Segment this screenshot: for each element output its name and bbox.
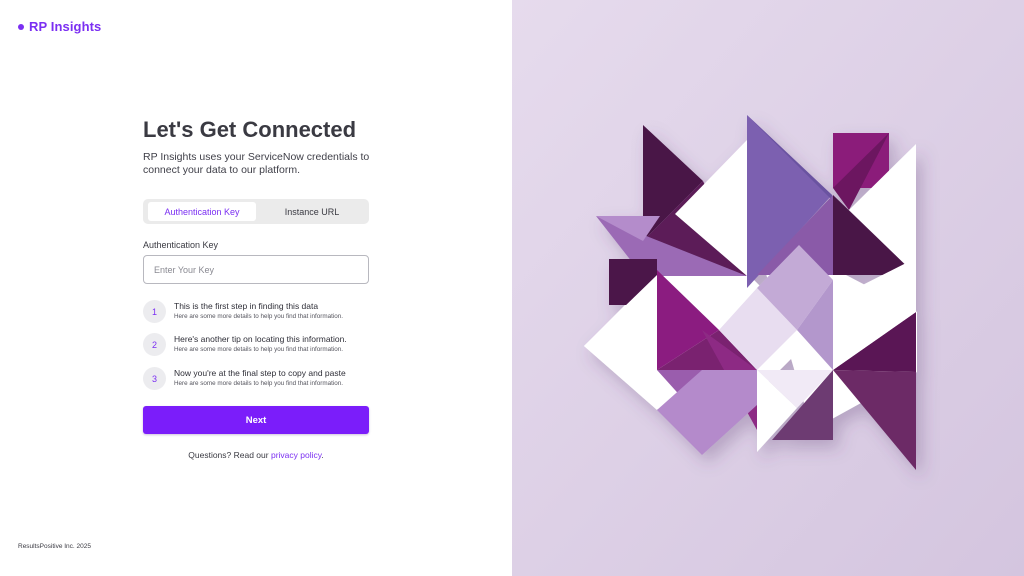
step-description: Here are some more details to help you f… — [174, 313, 344, 320]
questions-text: Questions? Read our privacy policy. — [143, 450, 369, 460]
step-item: 1 This is the first step in finding this… — [143, 300, 383, 324]
logo-dot-icon — [18, 23, 24, 30]
tab-authentication-key[interactable]: Authentication Key — [148, 202, 256, 221]
page-title: Let's Get Connected — [143, 117, 357, 142]
step-number-badge: 1 — [143, 300, 166, 323]
step-description: Here are some more details to help you f… — [174, 380, 344, 387]
step-description: Here are some more details to help you f… — [174, 346, 344, 353]
geometric-artwork — [512, 0, 1024, 576]
footer-copyright: ResultsPositive Inc. 2025 — [18, 543, 91, 550]
brand-name: RP Insights — [29, 19, 102, 34]
login-panel: RP Insights Let's Get Connected RP Insig… — [0, 0, 512, 576]
decorative-panel — [512, 0, 1024, 576]
brand-logo[interactable]: RP Insights — [18, 19, 101, 34]
questions-suffix: . — [321, 450, 324, 460]
step-item: 2 Here's another tip on locating this in… — [143, 333, 383, 357]
step-title: Here's another tip on locating this info… — [174, 334, 347, 344]
auth-key-label: Authentication Key — [143, 240, 219, 250]
page-subtitle: RP Insights uses your ServiceNow credent… — [143, 151, 370, 176]
privacy-policy-link[interactable]: privacy policy — [271, 450, 321, 460]
questions-prefix: Questions? Read our — [188, 450, 271, 460]
step-title: Now you're at the final step to copy and… — [174, 368, 346, 378]
step-number-badge: 3 — [143, 367, 166, 390]
tab-switcher: Authentication Key Instance URL — [143, 199, 369, 224]
step-item: 3 Now you're at the final step to copy a… — [143, 367, 383, 391]
step-number-badge: 2 — [143, 333, 166, 356]
tab-instance-url[interactable]: Instance URL — [260, 202, 364, 221]
step-title: This is the first step in finding this d… — [174, 301, 319, 311]
auth-key-input[interactable] — [143, 255, 369, 284]
next-button[interactable]: Next — [143, 406, 369, 434]
